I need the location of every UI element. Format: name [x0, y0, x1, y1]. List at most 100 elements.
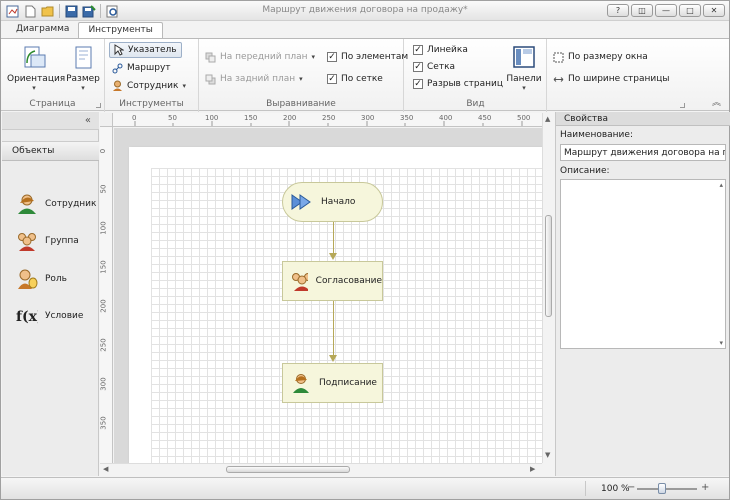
- size-button[interactable]: Размер ▾: [65, 45, 101, 92]
- chevron-down-icon: ▾: [311, 53, 316, 61]
- orientation-button[interactable]: Ориентация ▾: [7, 45, 65, 92]
- tools-group-label: Инструменты: [119, 99, 184, 109]
- object-group[interactable]: Группа: [16, 230, 79, 252]
- object-employee[interactable]: Сотрудник: [16, 193, 96, 215]
- scroll-down-icon[interactable]: ▾: [719, 339, 723, 347]
- page-group-label: Страница: [29, 99, 76, 109]
- route-tool-button[interactable]: Маршрут: [112, 60, 171, 76]
- zoom-level: 100 %: [601, 484, 630, 494]
- dialog-launcher-icon[interactable]: [96, 103, 101, 108]
- node-approval[interactable]: Согласование: [282, 261, 383, 301]
- ruler-tick: 250: [322, 114, 336, 122]
- arrow-head-icon: [329, 253, 337, 260]
- dialog-launcher-icon[interactable]: [680, 103, 685, 108]
- zoom-out-icon[interactable]: −: [627, 482, 635, 493]
- diagram-canvas[interactable]: Начало Согласование Подписание: [114, 128, 542, 463]
- fit-window-label: По размеру окна: [568, 52, 648, 62]
- ruler-tick: 0: [132, 114, 137, 122]
- horizontal-scrollbar[interactable]: ◀ ▶: [100, 463, 542, 475]
- send-back-label: На задний план: [220, 74, 296, 84]
- fit-width-button[interactable]: По ширине страницы: [553, 71, 669, 87]
- ruler-tick: 0: [100, 148, 108, 154]
- collapse-ribbon-icon[interactable]: ︽: [712, 95, 721, 108]
- ruler-tick: 200: [283, 114, 297, 122]
- chevron-down-icon: ▾: [299, 75, 303, 83]
- orientation-icon: [21, 45, 47, 71]
- scroll-left-icon[interactable]: ◀: [103, 465, 108, 473]
- ruler-tick: 500: [517, 114, 531, 122]
- object-condition[interactable]: f(x) Условие: [16, 305, 83, 327]
- horizontal-ruler: 0 50 100 150 200 250 300 350 400 450 500: [113, 113, 543, 127]
- view-group-label: Вид: [466, 99, 485, 109]
- employee-tool-button[interactable]: Сотрудник ▾: [112, 78, 186, 94]
- send-back-button[interactable]: На задний план ▾: [205, 71, 303, 87]
- svg-text:f(x): f(x): [16, 309, 38, 325]
- size-label: Размер: [66, 74, 100, 84]
- object-role-label: Роль: [45, 274, 67, 284]
- grid-checkbox[interactable]: ✓ Сетка: [413, 59, 455, 75]
- vertical-ruler: 0 50 100 150 200 250 300 350: [100, 127, 113, 463]
- maximize-button[interactable]: □: [679, 4, 701, 17]
- tab-diagram[interactable]: Диаграмма: [7, 22, 78, 38]
- connector-line[interactable]: [333, 301, 334, 357]
- fit-window-icon: [553, 52, 564, 62]
- node-signing[interactable]: Подписание: [282, 363, 383, 403]
- title-bar: Маршрут движения договора на продажу* ? …: [1, 1, 729, 21]
- route-label: Маршрут: [127, 63, 171, 73]
- scroll-up-icon[interactable]: ▲: [545, 115, 550, 123]
- page-break-label: Разрыв страниц: [427, 79, 503, 89]
- ruler-tick: 250: [100, 338, 108, 352]
- ruler-tick: 150: [244, 114, 258, 122]
- help-button[interactable]: ?: [607, 4, 629, 17]
- ruler-tick: 450: [478, 114, 492, 122]
- ruler-tick: 300: [100, 377, 108, 391]
- connector-line[interactable]: [333, 222, 334, 255]
- zoom-slider-track[interactable]: [637, 488, 697, 490]
- name-field[interactable]: Маршрут движения договора на продажу: [560, 144, 726, 161]
- ruler-checkbox[interactable]: ✓ Линейка: [413, 42, 468, 58]
- properties-panel: Свойства Наименование: Маршрут движения …: [555, 112, 730, 476]
- node-start[interactable]: Начало: [282, 182, 383, 222]
- description-field[interactable]: ▴ ▾: [560, 179, 726, 349]
- role-icon: [16, 268, 38, 290]
- zoom-in-icon[interactable]: +: [701, 482, 709, 493]
- panels-label: Панели: [506, 74, 542, 84]
- fit-width-icon: [553, 76, 564, 82]
- fit-width-label: По ширине страницы: [568, 74, 670, 84]
- scroll-down-icon[interactable]: ▼: [545, 451, 550, 459]
- ruler-tick: 100: [100, 221, 108, 235]
- ruler-tick: 350: [100, 416, 108, 430]
- ribbon-group-tools: Указатель Маршрут Сотрудник ▾ Инструмент…: [105, 39, 199, 112]
- chevron-down-icon: ▾: [32, 84, 36, 92]
- objects-section-header[interactable]: Объекты: [2, 141, 99, 161]
- panels-button[interactable]: Панели ▾: [504, 45, 544, 92]
- zoom-slider-thumb[interactable]: [658, 483, 666, 494]
- restore-layout-button[interactable]: ◫: [631, 4, 653, 17]
- grid-label: Сетка: [427, 62, 456, 72]
- close-button[interactable]: ✕: [703, 4, 725, 17]
- fit-window-button[interactable]: По размеру окна: [553, 49, 648, 65]
- scroll-right-icon[interactable]: ▶: [530, 465, 535, 473]
- tab-tools[interactable]: Инструменты: [78, 22, 163, 38]
- route-icon: [112, 63, 123, 73]
- app-window: Маршрут движения договора на продажу* ? …: [0, 0, 730, 500]
- node-start-label: Начало: [321, 197, 356, 207]
- collapse-panel-icon[interactable]: «: [85, 115, 91, 126]
- align-by-elements-checkbox[interactable]: ✓ По элементам: [327, 49, 408, 65]
- scroll-up-icon[interactable]: ▴: [719, 181, 723, 189]
- minimize-button[interactable]: —: [655, 4, 677, 17]
- objects-panel: « Объекты Сотрудник Группа Роль f(x) Усл: [2, 112, 99, 476]
- vertical-scroll-thumb[interactable]: [545, 215, 552, 317]
- align-by-grid-checkbox[interactable]: ✓ По сетке: [327, 71, 383, 87]
- ruler-tick: 350: [400, 114, 414, 122]
- page-break-checkbox[interactable]: ✓ Разрыв страниц: [413, 76, 503, 92]
- horizontal-scroll-thumb[interactable]: [226, 466, 350, 473]
- bring-front-button[interactable]: На передний план ▾: [205, 49, 315, 65]
- object-condition-label: Условие: [45, 311, 84, 321]
- bring-front-icon: [205, 52, 216, 62]
- ruler-corner: [100, 113, 113, 127]
- panels-icon: [511, 45, 537, 71]
- pointer-tool-button[interactable]: Указатель: [109, 42, 182, 58]
- object-role[interactable]: Роль: [16, 268, 67, 290]
- vertical-scrollbar[interactable]: ▲ ▼: [542, 113, 554, 463]
